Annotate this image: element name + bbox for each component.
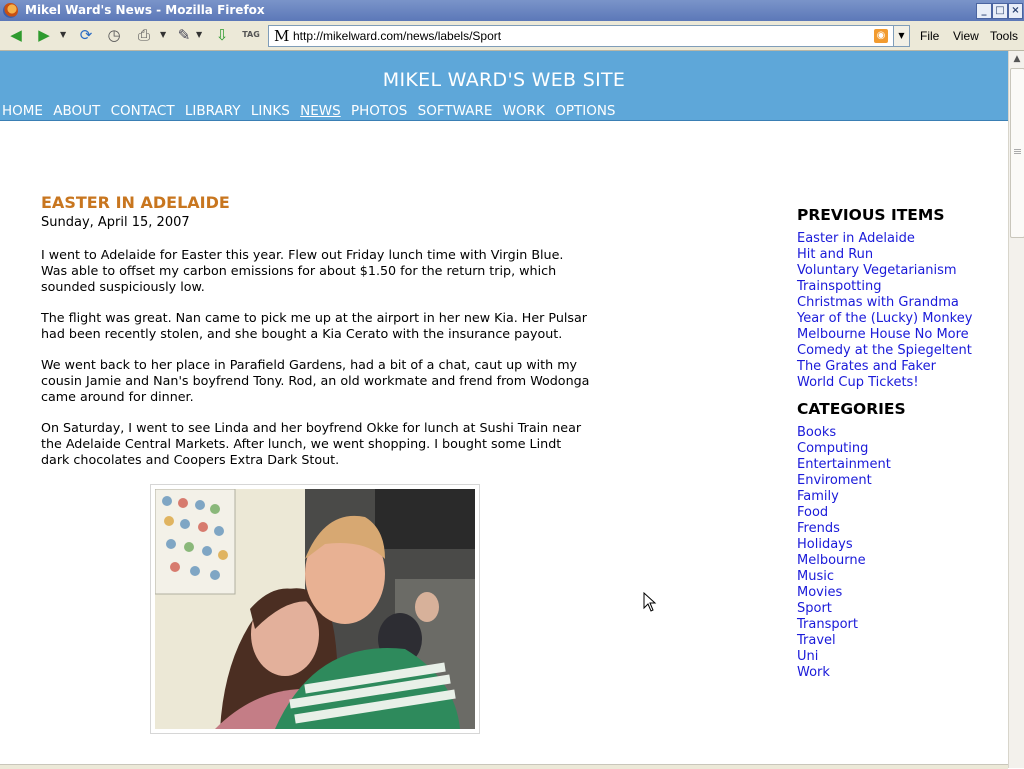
category-link[interactable]: Travel [797, 633, 997, 649]
print-icon[interactable]: ⎙ [133, 25, 155, 45]
url-bar[interactable]: M http://mikelward.com/news/labels/Sport… [268, 25, 894, 47]
category-link[interactable]: Transport [797, 617, 997, 633]
previous-item-link[interactable]: Comedy at the Spiegeltent [797, 343, 997, 359]
menu-view[interactable]: View [953, 29, 979, 43]
close-button[interactable]: × [1008, 3, 1023, 19]
post-title[interactable]: EASTER IN ADELAIDE [41, 193, 601, 213]
nav-links[interactable]: LINKS [251, 103, 290, 119]
category-link[interactable]: Melbourne [797, 553, 997, 569]
previous-item-link[interactable]: Voluntary Vegetarianism [797, 263, 997, 279]
post-date: Sunday, April 15, 2007 [41, 215, 190, 230]
menu-file[interactable]: File [920, 29, 939, 43]
scroll-up-icon[interactable]: ▲ [1009, 51, 1024, 67]
previous-items-heading: PREVIOUS ITEMS [797, 206, 945, 224]
category-link[interactable]: Frends [797, 521, 997, 537]
page-viewport: MIKEL WARD'S WEB SITE HOME ABOUT CONTACT… [0, 51, 1008, 768]
category-link[interactable]: Family [797, 489, 997, 505]
photo-image [155, 489, 475, 729]
category-link[interactable]: Food [797, 505, 997, 521]
category-link[interactable]: Holidays [797, 537, 997, 553]
category-link[interactable]: Enviroment [797, 473, 997, 489]
sidebar: PREVIOUS ITEMS Easter in Adelaide Hit an… [797, 205, 997, 689]
window-title-bar: Mikel Ward's News - Mozilla Firefox _ □ … [0, 0, 1024, 21]
category-link[interactable]: Movies [797, 585, 997, 601]
window-title: Mikel Ward's News - Mozilla Firefox [25, 3, 265, 17]
mouse-cursor-icon [643, 592, 657, 612]
navigation-toolbar: ◀ ▶ ▼ ⟳ ◷ ⎙ ▼ ✎ ▼ ⇩ TAG M http://mikelwa… [0, 21, 1024, 51]
minimize-button[interactable]: _ [976, 3, 992, 19]
category-link[interactable]: Sport [797, 601, 997, 617]
previous-item-link[interactable]: World Cup Tickets! [797, 375, 997, 391]
vertical-scrollbar[interactable]: ▲ [1008, 51, 1024, 768]
post-paragraph: On Saturday, I went to see Linda and her… [41, 420, 582, 467]
status-bar [0, 764, 1008, 769]
post-paragraph: I went to Adelaide for Easter this year.… [41, 247, 564, 294]
previous-item-link[interactable]: Easter in Adelaide [797, 231, 997, 247]
category-link[interactable]: Entertainment [797, 457, 997, 473]
forward-icon[interactable]: ▶ [33, 25, 55, 45]
nav-library[interactable]: LIBRARY [185, 103, 241, 119]
post-paragraph: We went back to her place in Parafield G… [41, 357, 590, 404]
tag-icon[interactable]: TAG [240, 25, 262, 45]
edit-dropdown-icon[interactable]: ▼ [196, 25, 204, 45]
news-post: EASTER IN ADELAIDE Sunday, April 15, 200… [41, 193, 601, 468]
previous-item-link[interactable]: Hit and Run [797, 247, 997, 263]
site-nav: HOME ABOUT CONTACT LIBRARY LINKS NEWS PH… [2, 103, 622, 119]
nav-news[interactable]: NEWS [300, 103, 341, 119]
menu-tools[interactable]: Tools [990, 29, 1018, 43]
categories-heading: CATEGORIES [797, 400, 906, 418]
previous-item-link[interactable]: Melbourne House No More [797, 327, 997, 343]
category-link[interactable]: Uni [797, 649, 997, 665]
site-title: MIKEL WARD'S WEB SITE [382, 69, 626, 91]
nav-work[interactable]: WORK [503, 103, 545, 119]
reload-icon[interactable]: ⟳ [75, 25, 97, 45]
previous-items-list: Easter in Adelaide Hit and Run Voluntary… [797, 231, 997, 391]
nav-about[interactable]: ABOUT [53, 103, 100, 119]
history-icon[interactable]: ◷ [103, 25, 125, 45]
url-dropdown-icon[interactable]: ▼ [893, 25, 910, 47]
download-icon[interactable]: ⇩ [211, 25, 233, 45]
post-paragraph: The flight was great. Nan came to pick m… [41, 310, 587, 341]
nav-photos[interactable]: PHOTOS [351, 103, 407, 119]
category-link[interactable]: Work [797, 665, 997, 681]
site-favicon-icon: M [274, 27, 290, 45]
scroll-thumb[interactable] [1010, 68, 1024, 238]
previous-item-link[interactable]: Year of the (Lucky) Monkey [797, 311, 997, 327]
categories-list: Books Computing Entertainment Enviroment… [797, 425, 997, 681]
category-link[interactable]: Music [797, 569, 997, 585]
url-text[interactable]: http://mikelward.com/news/labels/Sport [293, 29, 501, 43]
category-link[interactable]: Computing [797, 441, 997, 457]
print-dropdown-icon[interactable]: ▼ [160, 25, 168, 45]
category-link[interactable]: Books [797, 425, 997, 441]
maximize-button[interactable]: □ [992, 3, 1008, 19]
previous-item-link[interactable]: The Grates and Faker [797, 359, 997, 375]
rss-icon[interactable]: ◉ [874, 29, 888, 43]
post-photo[interactable] [150, 484, 480, 734]
nav-contact[interactable]: CONTACT [111, 103, 175, 119]
previous-item-link[interactable]: Christmas with Grandma [797, 295, 997, 311]
firefox-icon [3, 3, 18, 18]
edit-icon[interactable]: ✎ [173, 25, 195, 45]
back-icon[interactable]: ◀ [5, 25, 27, 45]
site-header: MIKEL WARD'S WEB SITE HOME ABOUT CONTACT… [0, 51, 1008, 121]
previous-item-link[interactable]: Trainspotting [797, 279, 997, 295]
nav-software[interactable]: SOFTWARE [418, 103, 493, 119]
nav-options[interactable]: OPTIONS [555, 103, 615, 119]
nav-home[interactable]: HOME [2, 103, 43, 119]
history-dropdown-icon[interactable]: ▼ [60, 25, 68, 45]
